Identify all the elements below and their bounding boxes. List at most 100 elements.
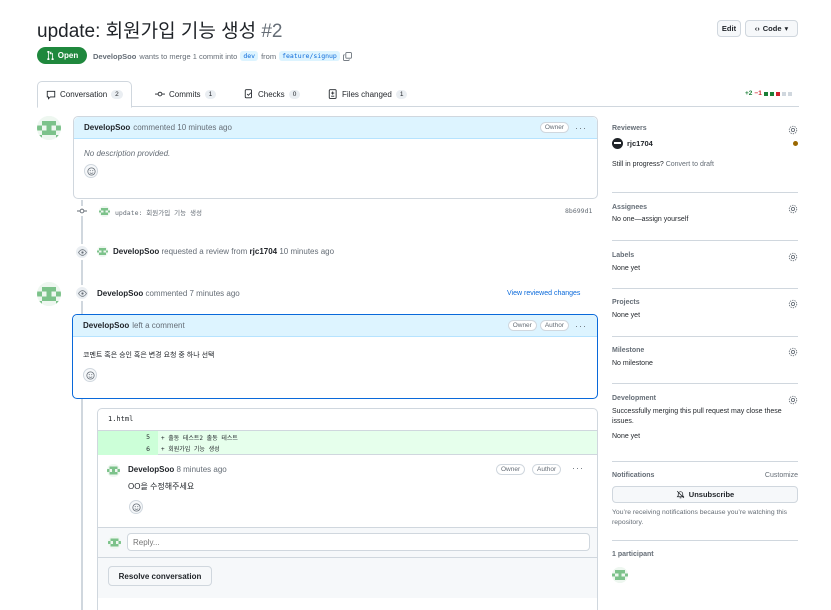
diff-line: 6 + 회원가입 기능 생성 bbox=[98, 442, 597, 455]
base-branch[interactable]: dev bbox=[240, 51, 259, 61]
comment-box: DevelopSoo commented 10 minutes ago Owne… bbox=[73, 116, 598, 199]
tab-label: Checks bbox=[258, 89, 285, 99]
sidebar-participants: 1 participant bbox=[612, 551, 798, 583]
section-title[interactable]: Milestone bbox=[612, 347, 798, 354]
participant-avatar[interactable] bbox=[612, 567, 628, 583]
diffstat-block bbox=[763, 91, 768, 96]
edit-button[interactable]: Edit bbox=[717, 20, 741, 37]
add-reaction-button[interactable] bbox=[83, 368, 97, 382]
section-title[interactable]: Projects bbox=[612, 299, 798, 306]
reply-input[interactable] bbox=[127, 533, 590, 551]
comment-meta: commented 10 minutes ago bbox=[133, 123, 232, 132]
reviewer-row[interactable]: rjc1704 bbox=[612, 138, 798, 149]
customize-link[interactable]: Customize bbox=[765, 472, 798, 479]
event-reviewer[interactable]: rjc1704 bbox=[250, 247, 278, 256]
diffstat-block bbox=[787, 91, 792, 96]
avatar[interactable] bbox=[97, 246, 108, 257]
more-options-icon[interactable]: ··· bbox=[575, 123, 587, 133]
head-branch[interactable]: feature/signup bbox=[279, 51, 340, 61]
tab-files-changed[interactable]: Files changed 1 bbox=[320, 81, 415, 107]
chevron-down-icon: ▾ bbox=[784, 24, 789, 33]
section-title[interactable]: Assignees bbox=[612, 204, 798, 211]
gear-icon[interactable] bbox=[788, 252, 798, 262]
avatar[interactable] bbox=[37, 116, 61, 140]
line-number: 5 bbox=[98, 431, 158, 443]
section-title[interactable]: Reviewers bbox=[612, 125, 798, 132]
comment-body: 코멘트 혹은 승인 혹은 변경 요청 중 하나 선택 bbox=[83, 352, 215, 359]
thread-comment: DevelopSoo 8 minutes ago Owner Author ··… bbox=[98, 455, 597, 528]
comment-header: DevelopSoo left a comment Owner Author ·… bbox=[73, 315, 597, 337]
gear-icon[interactable] bbox=[788, 395, 798, 405]
pr-number: #2 bbox=[261, 21, 283, 42]
add-reaction-button[interactable] bbox=[84, 164, 98, 178]
comment-body: OO을 수정해주세요 bbox=[128, 482, 195, 491]
additions-count: +2 bbox=[745, 90, 753, 97]
diffstat-block bbox=[775, 91, 780, 96]
from-text: from bbox=[261, 51, 277, 61]
gear-icon[interactable] bbox=[788, 299, 798, 309]
edit-label: Edit bbox=[721, 24, 737, 33]
sidebar-labels: Labels None yet bbox=[612, 252, 798, 289]
diff-line: 5 + 출동 테스트2 출동 테스트 bbox=[98, 431, 597, 443]
tab-checks[interactable]: Checks 0 bbox=[236, 81, 308, 107]
sidebar-reviewers: Reviewers rjc1704 Still in progress? Con… bbox=[612, 125, 798, 193]
section-value: No milestone bbox=[612, 360, 653, 367]
unsubscribe-button[interactable]: Unsubscribe bbox=[612, 486, 798, 503]
tab-conversation[interactable]: Conversation 2 bbox=[37, 81, 132, 108]
gear-icon[interactable] bbox=[788, 347, 798, 357]
gear-icon[interactable] bbox=[788, 204, 798, 214]
section-title[interactable]: Development bbox=[612, 395, 798, 402]
reviewer-name: rjc1704 bbox=[627, 139, 653, 148]
role-badge: Owner bbox=[539, 122, 569, 133]
author-link[interactable]: DevelopSoo bbox=[93, 52, 136, 61]
avatar bbox=[612, 138, 623, 149]
unsubscribe-label: Unsubscribe bbox=[688, 490, 735, 499]
comment-author[interactable]: DevelopSoo bbox=[128, 465, 174, 474]
bell-slash-icon bbox=[676, 490, 685, 499]
tab-counter: 1 bbox=[204, 89, 217, 99]
code-button[interactable]: ‹› Code ▾ bbox=[745, 20, 798, 37]
pending-dot-icon bbox=[793, 141, 798, 146]
event-meta: commented 7 minutes ago bbox=[145, 289, 240, 298]
review-request-event: DevelopSoo requested a review from rjc17… bbox=[113, 247, 334, 256]
more-options-icon[interactable]: ··· bbox=[572, 463, 584, 473]
event-text: requested a review from bbox=[161, 247, 248, 256]
resolve-conversation-button[interactable]: Resolve conversation bbox=[108, 566, 212, 586]
eye-icon bbox=[74, 244, 90, 260]
page-title: update: 회원가입 기능 생성 #2 bbox=[37, 16, 283, 43]
merge-info: DevelopSoo wants to merge 1 commit into … bbox=[93, 51, 352, 61]
gear-icon[interactable] bbox=[788, 125, 798, 135]
diff-filename[interactable]: 1.html bbox=[98, 409, 597, 431]
convert-to-draft-link[interactable]: Convert to draft bbox=[666, 161, 714, 168]
assign-yourself-link[interactable]: No one—assign yourself bbox=[612, 216, 798, 223]
tab-commits[interactable]: Commits 1 bbox=[147, 81, 224, 107]
commit-icon bbox=[77, 206, 87, 216]
commit-icon bbox=[155, 91, 165, 97]
avatar[interactable] bbox=[37, 282, 61, 306]
event-author[interactable]: DevelopSoo bbox=[113, 247, 159, 256]
comment-author[interactable]: DevelopSoo bbox=[84, 123, 130, 132]
review-comment-box: DevelopSoo left a comment Owner Author ·… bbox=[72, 314, 598, 399]
notifications-description: You’re receiving notifications because y… bbox=[612, 509, 788, 526]
reply-row bbox=[98, 528, 597, 558]
more-options-icon[interactable]: ··· bbox=[575, 321, 587, 331]
draft-text: Still in progress? bbox=[612, 161, 664, 168]
comment-author[interactable]: DevelopSoo bbox=[83, 321, 129, 330]
commit-sha[interactable]: 8b699d1 bbox=[565, 207, 592, 215]
role-badge: Author bbox=[539, 320, 569, 331]
add-reaction-button[interactable] bbox=[129, 500, 143, 514]
commit-message[interactable]: update: 회원가입 기능 생성 bbox=[115, 207, 202, 217]
status-badge: Open bbox=[37, 47, 87, 64]
event-author[interactable]: DevelopSoo bbox=[97, 289, 143, 298]
diffstat-block bbox=[781, 91, 786, 96]
merge-text: wants to merge 1 commit into bbox=[139, 51, 238, 61]
avatar[interactable] bbox=[99, 206, 110, 217]
role-badge: Owner bbox=[507, 320, 537, 331]
avatar[interactable] bbox=[107, 464, 120, 477]
diffstat: +2 −1 bbox=[745, 90, 792, 97]
view-reviewed-changes-link[interactable]: View reviewed changes bbox=[507, 290, 580, 297]
copy-icon[interactable] bbox=[343, 51, 352, 61]
section-title[interactable]: Labels bbox=[612, 252, 798, 259]
deletions-count: −1 bbox=[754, 90, 762, 97]
section-title: 1 participant bbox=[612, 551, 654, 558]
